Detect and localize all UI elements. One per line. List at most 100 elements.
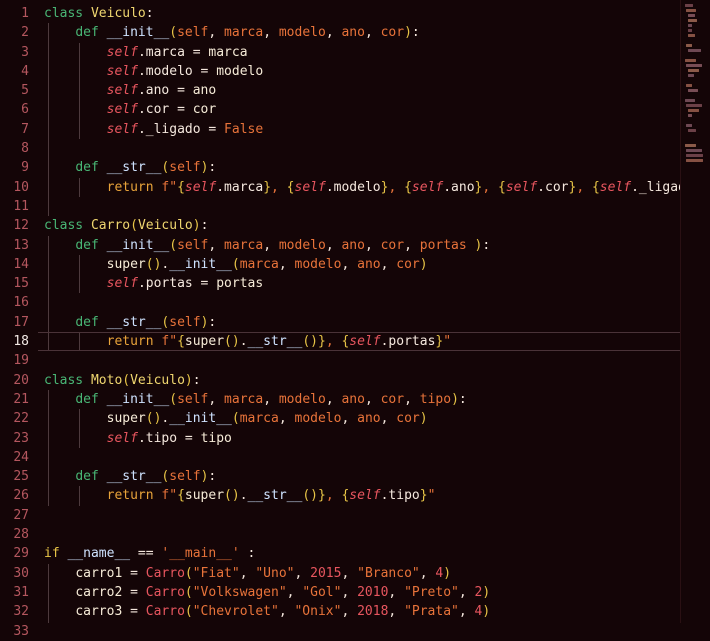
code-line-19[interactable] <box>38 351 680 370</box>
token-param: marca <box>224 237 264 253</box>
token-punc: } <box>419 488 428 504</box>
indent-guide <box>79 177 81 197</box>
token-kw: def <box>75 469 99 485</box>
line-number-2[interactable]: 2 <box>0 23 38 42</box>
line-number-33[interactable]: 33 <box>0 622 38 641</box>
indent-guide <box>47 196 49 217</box>
line-number-20[interactable]: 20 <box>0 371 38 390</box>
line-number-8[interactable]: 8 <box>0 139 38 158</box>
token-fn: __init__ <box>106 391 170 407</box>
code-line-18[interactable]: return f"{super().__str__()}, {self.port… <box>38 332 680 352</box>
token-str: "Onix" <box>294 604 342 620</box>
token-punc: () <box>145 411 162 427</box>
line-number-16[interactable]: 16 <box>0 293 38 312</box>
line-number-28[interactable]: 28 <box>0 525 38 544</box>
code-line-27[interactable] <box>38 506 680 525</box>
token-kw: class <box>44 218 84 234</box>
line-number-25[interactable]: 25 <box>0 467 38 486</box>
line-number-12[interactable]: 12 <box>0 216 38 235</box>
token-str: "Chevrolet" <box>192 604 279 620</box>
indent-guide <box>47 23 49 43</box>
token-num: 2018 <box>357 604 389 620</box>
code-line-3[interactable]: self.marca = marca <box>38 42 680 62</box>
code-line-4[interactable]: self.modelo = modelo <box>38 61 680 82</box>
code-line-17[interactable]: def __str__(self): <box>38 312 680 333</box>
line-number-26[interactable]: 26 <box>0 486 38 505</box>
line-number-4[interactable]: 4 <box>0 62 38 81</box>
code-line-21[interactable]: def __init__(self, marca, modelo, ano, c… <box>38 389 680 410</box>
code-line-2[interactable]: def __init__(self, marca, modelo, ano, c… <box>38 23 680 43</box>
line-number-19[interactable]: 19 <box>0 351 38 370</box>
code-line-7[interactable]: self._ligado = False <box>38 119 680 140</box>
token-punc: } <box>317 488 326 504</box>
line-number-5[interactable]: 5 <box>0 81 38 100</box>
code-line-25[interactable]: def __str__(self): <box>38 467 680 487</box>
line-number-21[interactable]: 21 <box>0 390 38 409</box>
line-number-7[interactable]: 7 <box>0 120 38 139</box>
line-number-17[interactable]: 17 <box>0 313 38 332</box>
minimap[interactable] <box>684 0 710 623</box>
code-line-5[interactable]: self.ano = ano <box>38 81 680 101</box>
token-self: self <box>106 63 138 79</box>
code-line-23[interactable]: self.tipo = tipo <box>38 428 680 448</box>
token-punc: { <box>404 179 412 195</box>
code-line-1[interactable]: class Veiculo: <box>38 4 680 23</box>
line-number-10[interactable]: 10 <box>0 178 38 197</box>
code-line-14[interactable]: super().__init__(marca, modelo, ano, cor… <box>38 254 680 275</box>
code-line-10[interactable]: return f"{self.marca}, {self.modelo}, {s… <box>38 177 680 197</box>
line-number-6[interactable]: 6 <box>0 100 38 119</box>
code-line-28[interactable] <box>38 525 680 544</box>
code-content-area[interactable]: class Veiculo: def __init__(self, marca,… <box>38 0 680 623</box>
code-editor[interactable]: 1 2 3 4 5 6 7 8 9 10 11 12 13 14 15 16 17 18 19 20 21 22 23 24 2… <box>0 0 710 639</box>
token-str: '__main__' <box>161 546 240 562</box>
token-cls: Veiculo <box>137 218 193 234</box>
line-number-15[interactable]: 15 <box>0 274 38 293</box>
code-line-32[interactable]: carro3 = Carro("Chevrolet", "Onix", 2018… <box>38 602 680 622</box>
code-line-8[interactable] <box>38 139 680 159</box>
line-number-13[interactable]: 13 <box>0 236 38 255</box>
line-number-9[interactable]: 9 <box>0 158 38 177</box>
line-number-27[interactable]: 27 <box>0 506 38 525</box>
code-line-26[interactable]: return f"{super().__str__()}, {self.tipo… <box>38 486 680 506</box>
code-lines[interactable]: class Veiculo: def __init__(self, marca,… <box>38 4 680 623</box>
token-param: modelo <box>278 237 326 253</box>
code-line-30[interactable]: carro1 = Carro("Fiat", "Uno", 2015, "Bra… <box>38 563 680 583</box>
code-line-6[interactable]: self.cor = cor <box>38 100 680 120</box>
line-number-32[interactable]: 32 <box>0 602 38 621</box>
code-line-20[interactable]: class Moto(Veiculo): <box>38 371 680 390</box>
line-number-29[interactable]: 29 <box>0 544 38 563</box>
line-number-18[interactable]: 18 <box>0 332 38 351</box>
line-number-14[interactable]: 14 <box>0 255 38 274</box>
code-line-12[interactable]: class Carro(Veiculo): <box>38 216 680 235</box>
line-number-3[interactable]: 3 <box>0 43 38 62</box>
code-line-29[interactable]: if __name__ == '__main__' : <box>38 544 680 563</box>
line-number-31[interactable]: 31 <box>0 583 38 602</box>
token-plain: : <box>192 372 201 388</box>
line-number-24[interactable]: 24 <box>0 448 38 467</box>
line-number-22[interactable]: 22 <box>0 409 38 428</box>
code-line-16[interactable] <box>38 293 680 313</box>
code-line-24[interactable] <box>38 447 680 468</box>
code-line-15[interactable]: self.portas = portas <box>38 274 680 294</box>
token-fn: __str__ <box>106 314 162 330</box>
code-line-31[interactable]: carro2 = Carro("Volkswagen", "Gol", 2010… <box>38 582 680 603</box>
code-line-22[interactable]: super().__init__(marca, modelo, ano, cor… <box>38 409 680 429</box>
token-clsref: Carro <box>145 565 185 581</box>
token-plain: , <box>263 25 279 41</box>
token-self: self <box>599 179 632 195</box>
line-number-23[interactable]: 23 <box>0 429 38 448</box>
line-number-1[interactable]: 1 <box>0 4 38 23</box>
indent-guide <box>47 409 49 429</box>
code-line-13[interactable]: def __init__(self, marca, modelo, ano, c… <box>38 235 680 255</box>
code-line-11[interactable] <box>38 196 680 217</box>
token-kconst: False <box>224 121 264 137</box>
line-number-30[interactable]: 30 <box>0 564 38 583</box>
line-number-11[interactable]: 11 <box>0 197 38 216</box>
code-line-9[interactable]: def __str__(self): <box>38 158 680 178</box>
token-punc: } <box>317 334 326 350</box>
token-punc: ( <box>184 584 193 600</box>
